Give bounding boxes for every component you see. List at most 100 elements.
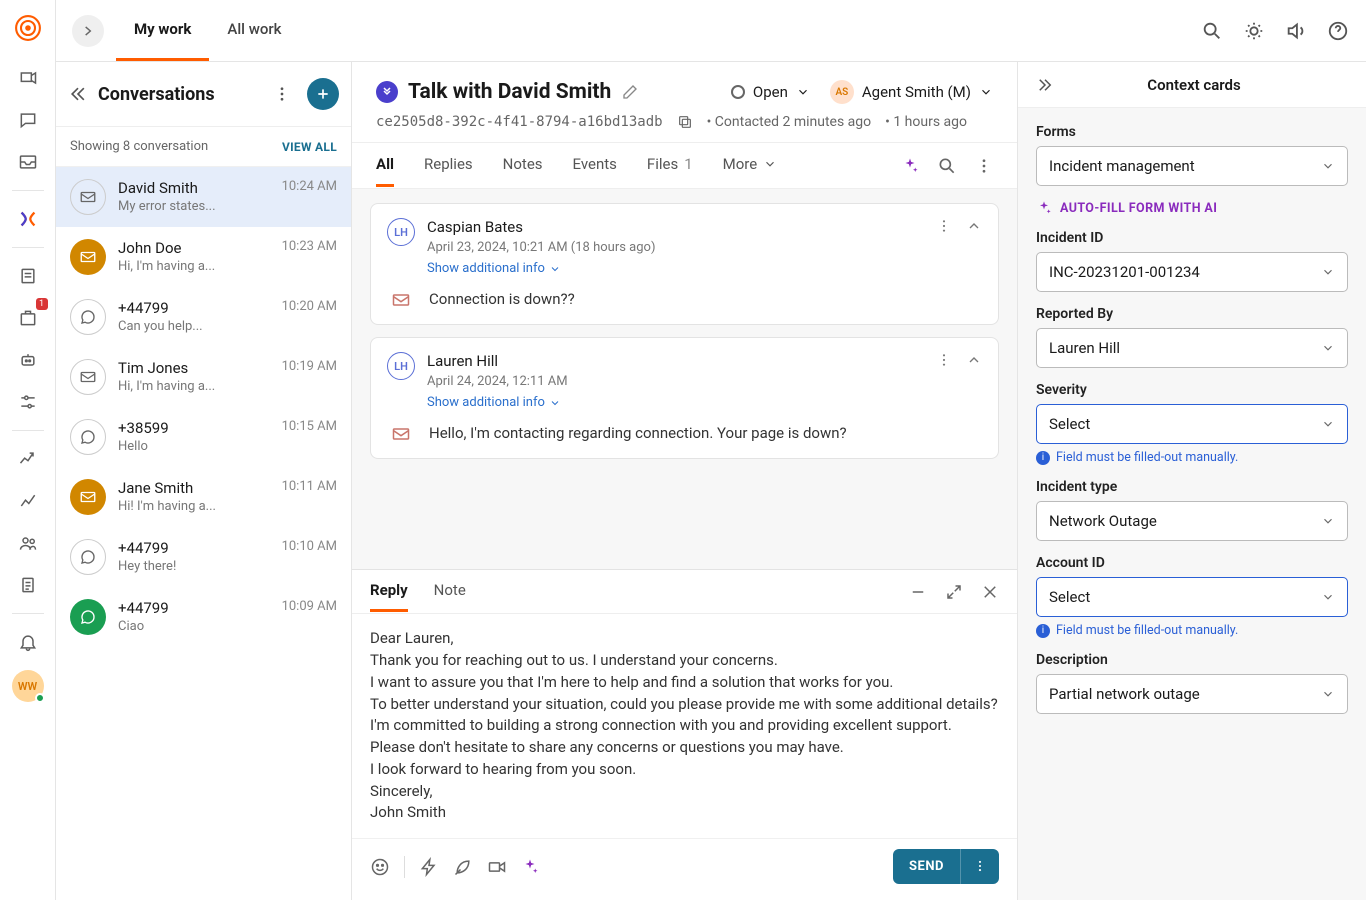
expand-context-icon[interactable]: [1036, 76, 1054, 94]
rail-trend-icon[interactable]: [10, 483, 46, 519]
conversation-item[interactable]: David SmithMy error states...10:24 AM: [56, 167, 351, 227]
forms-select[interactable]: Incident management: [1036, 146, 1348, 186]
rail-doc-icon[interactable]: [10, 567, 46, 603]
search-messages-icon[interactable]: [937, 156, 957, 176]
note-tab[interactable]: Note: [434, 571, 466, 612]
minimize-reply-icon[interactable]: [909, 583, 927, 601]
conversation-time: 10:24 AM: [282, 179, 337, 215]
show-additional-link[interactable]: Show additional info: [427, 261, 924, 276]
rail-badge: 1: [36, 298, 48, 310]
conversation-name: John Doe: [118, 239, 270, 257]
rocket-icon[interactable]: [453, 857, 473, 877]
tab-events[interactable]: Events: [573, 144, 617, 187]
rail-bell-icon[interactable]: [10, 624, 46, 660]
app-logo[interactable]: [10, 10, 46, 46]
show-additional-link[interactable]: Show additional info: [427, 395, 924, 410]
copy-guid-icon[interactable]: [677, 114, 693, 130]
conversation-time: 10:10 AM: [282, 539, 337, 575]
send-button[interactable]: SEND: [893, 849, 960, 884]
conversation-title: Talk with David Smith: [408, 80, 611, 104]
search-icon[interactable]: [1200, 19, 1224, 43]
contacted-time: Contacted 2 minutes ago: [707, 114, 872, 130]
conversation-name: David Smith: [118, 179, 270, 197]
severity-select[interactable]: Select: [1036, 404, 1348, 444]
description-label: Description: [1036, 652, 1348, 668]
account-id-label: Account ID: [1036, 555, 1348, 571]
tab-all-work[interactable]: All work: [209, 0, 299, 61]
rail-people-icon[interactable]: [10, 525, 46, 561]
theme-icon[interactable]: [1242, 19, 1266, 43]
context-panel: Context cards Forms Incident management …: [1018, 62, 1366, 900]
rail-outbound-icon[interactable]: [10, 60, 46, 96]
send-more-button[interactable]: [960, 849, 999, 884]
message-avatar: LH: [387, 352, 415, 380]
message-menu-icon[interactable]: [936, 218, 952, 234]
quick-action-icon[interactable]: [419, 857, 439, 877]
reported-by-select[interactable]: Lauren Hill: [1036, 328, 1348, 368]
message-time: April 23, 2024, 10:21 AM (18 hours ago): [427, 240, 924, 255]
rail-chat-icon[interactable]: [10, 102, 46, 138]
conversation-item[interactable]: Tim JonesHi, I'm having a...10:19 AM: [56, 347, 351, 407]
rail-x-icon[interactable]: [10, 201, 46, 237]
conversation-guid: ce2505d8-392c-4f41-8794-a16bd13adb: [376, 114, 663, 130]
rail-package-icon[interactable]: 1: [10, 300, 46, 336]
ai-sparkle-icon[interactable]: [901, 157, 919, 175]
tab-more[interactable]: More: [723, 144, 778, 187]
reported-by-label: Reported By: [1036, 306, 1348, 322]
conversation-item[interactable]: +44799Can you help...10:20 AM: [56, 287, 351, 347]
close-reply-icon[interactable]: [981, 583, 999, 601]
message-from: Lauren Hill: [427, 352, 924, 370]
view-all-link[interactable]: VIEW ALL: [282, 140, 337, 154]
tab-my-work[interactable]: My work: [116, 0, 209, 61]
tab-files[interactable]: Files1: [647, 144, 693, 187]
incident-type-select[interactable]: Network Outage: [1036, 501, 1348, 541]
rail-analytics-icon[interactable]: [10, 441, 46, 477]
rail-forms-icon[interactable]: [10, 258, 46, 294]
autofill-ai-button[interactable]: AUTO-FILL FORM WITH AI: [1036, 200, 1348, 216]
rail-inbox-icon[interactable]: [10, 144, 46, 180]
collapse-message-icon[interactable]: [966, 352, 982, 368]
assignee-dropdown[interactable]: AS Agent Smith (M): [830, 80, 993, 104]
tab-all[interactable]: All: [376, 144, 394, 187]
message-menu-icon[interactable]: [936, 352, 952, 368]
emoji-icon[interactable]: [370, 857, 390, 877]
ai-assist-icon[interactable]: [521, 858, 539, 876]
reply-textarea[interactable]: Dear Lauren, Thank you for reaching out …: [352, 614, 1017, 838]
video-icon[interactable]: [487, 857, 507, 877]
reply-tab[interactable]: Reply: [370, 571, 408, 612]
rail-bot-icon[interactable]: [10, 342, 46, 378]
collapse-panel-icon[interactable]: [68, 84, 88, 104]
incident-id-select[interactable]: INC-20231201-001234: [1036, 252, 1348, 292]
back-button[interactable]: [72, 15, 104, 47]
left-rail: 1 WW: [0, 0, 56, 900]
rail-user-avatar[interactable]: WW: [12, 670, 44, 702]
expand-reply-icon[interactable]: [945, 583, 963, 601]
description-select[interactable]: Partial network outage: [1036, 674, 1348, 714]
sound-icon[interactable]: [1284, 19, 1308, 43]
tab-replies[interactable]: Replies: [424, 144, 473, 187]
incident-id-label: Incident ID: [1036, 230, 1348, 246]
conversation-name: +44799: [118, 299, 270, 317]
conversation-item[interactable]: +44799Hey there!10:10 AM: [56, 527, 351, 587]
tab-notes[interactable]: Notes: [503, 144, 543, 187]
status-dropdown[interactable]: Open: [731, 83, 810, 101]
conversation-item[interactable]: Jane SmithHi! I'm having a...10:11 AM: [56, 467, 351, 527]
channel-icon: [70, 479, 106, 515]
topbar: My work All work: [56, 0, 1366, 62]
channel-icon: [70, 539, 106, 575]
conversation-name: +44799: [118, 599, 270, 617]
help-icon[interactable]: [1326, 19, 1350, 43]
add-conversation-button[interactable]: [307, 78, 339, 110]
conversation-item[interactable]: +38599Hello10:15 AM: [56, 407, 351, 467]
collapse-message-icon[interactable]: [966, 218, 982, 234]
conversation-item[interactable]: +44799Ciao10:09 AM: [56, 587, 351, 647]
conversation-preview: Can you help...: [118, 319, 270, 334]
email-icon: [391, 290, 415, 310]
account-id-select[interactable]: Select: [1036, 577, 1348, 617]
edit-title-icon[interactable]: [621, 83, 639, 101]
more-menu-icon[interactable]: [975, 157, 993, 175]
conversation-item[interactable]: John DoeHi, I'm having a...10:23 AM: [56, 227, 351, 287]
rail-settings-icon[interactable]: [10, 384, 46, 420]
conversations-menu-icon[interactable]: [273, 85, 297, 103]
channel-icon: [70, 419, 106, 455]
